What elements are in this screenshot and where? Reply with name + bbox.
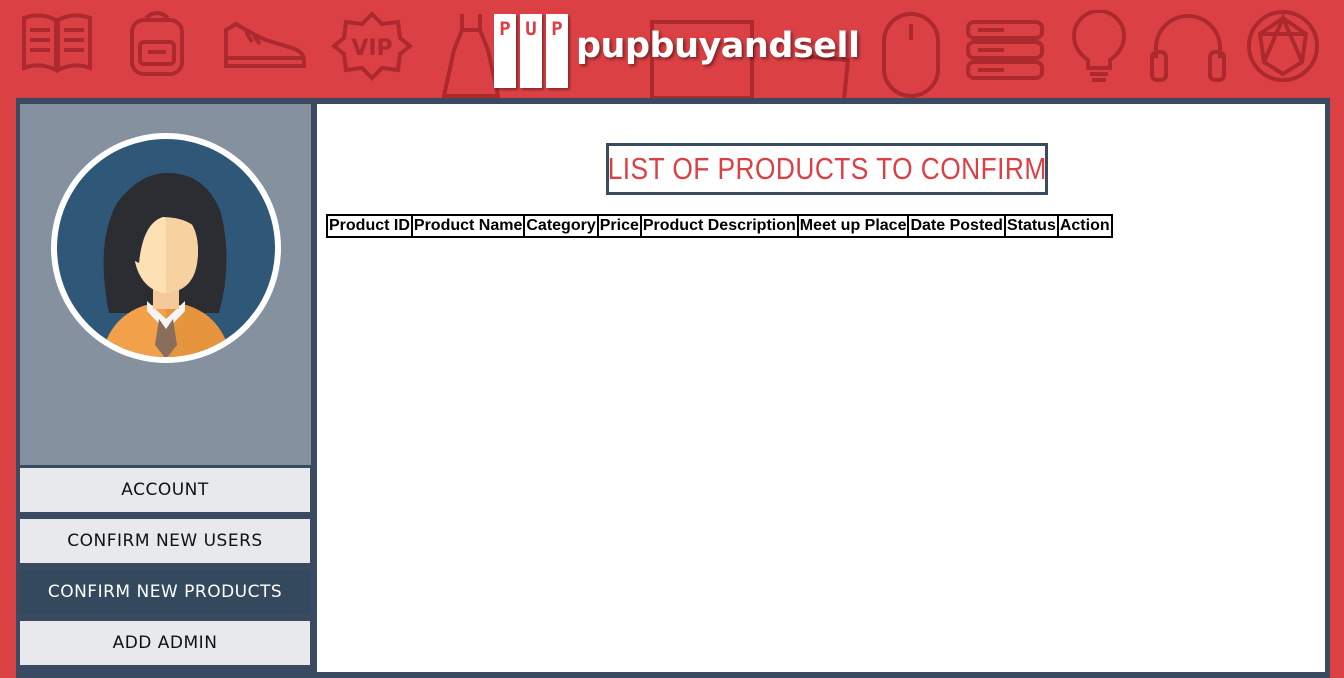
table-header-row: Product ID Product Name Category Price P… — [327, 215, 1112, 237]
dress-icon — [440, 10, 502, 100]
sneaker-icon — [222, 20, 308, 70]
page-title-box: LIST OF PRODUCTS TO CONFIRM — [606, 143, 1048, 195]
column-header: Meet up Place — [797, 215, 909, 237]
vip-badge-icon: VIP — [330, 10, 414, 82]
column-header: Product Name — [411, 215, 525, 237]
products-table: Product ID Product Name Category Price P… — [326, 214, 1113, 238]
sidebar: ACCOUNT CONFIRM NEW USERS CONFIRM NEW PR… — [20, 104, 311, 672]
svg-text:VIP: VIP — [351, 36, 392, 61]
book-icon — [20, 8, 94, 74]
gem-icon — [1244, 6, 1322, 86]
menu-confirm-new-users-button[interactable]: CONFIRM NEW USERS — [20, 519, 310, 563]
logo-letter: P — [494, 14, 516, 88]
site-logo[interactable]: P U P pupbuyandsell — [494, 14, 860, 92]
avatar — [51, 133, 281, 363]
server-icon — [964, 18, 1046, 84]
profile-panel — [20, 104, 311, 465]
page-title: LIST OF PRODUCTS TO CONFIRM — [607, 151, 1047, 186]
lightbulb-icon — [1068, 10, 1130, 84]
column-header: Category — [524, 215, 598, 237]
logo-mark: P U P — [494, 14, 568, 88]
menu-account-button[interactable]: ACCOUNT — [20, 468, 310, 512]
logo-letter: U — [520, 14, 542, 88]
logo-text: pupbuyandsell — [576, 26, 860, 66]
column-header: Date Posted — [908, 215, 1005, 237]
user-avatar-icon — [51, 133, 281, 363]
column-header: Status — [1004, 215, 1058, 237]
main-content: LIST OF PRODUCTS TO CONFIRM Product ID P… — [317, 104, 1325, 672]
mouse-icon — [880, 10, 942, 100]
menu-add-admin-button[interactable]: ADD ADMIN — [20, 621, 310, 665]
menu-confirm-new-products-button[interactable]: CONFIRM NEW PRODUCTS — [20, 570, 310, 614]
backpack-icon — [126, 8, 188, 78]
logo-letter: P — [546, 14, 568, 88]
headphones-icon — [1148, 8, 1228, 84]
column-header: Price — [597, 215, 641, 237]
column-header: Product Description — [640, 215, 798, 237]
site-header: VIP P U P pupbuyandsell — [0, 0, 1344, 100]
column-header: Product ID — [327, 215, 412, 237]
column-header: Action — [1057, 215, 1112, 237]
